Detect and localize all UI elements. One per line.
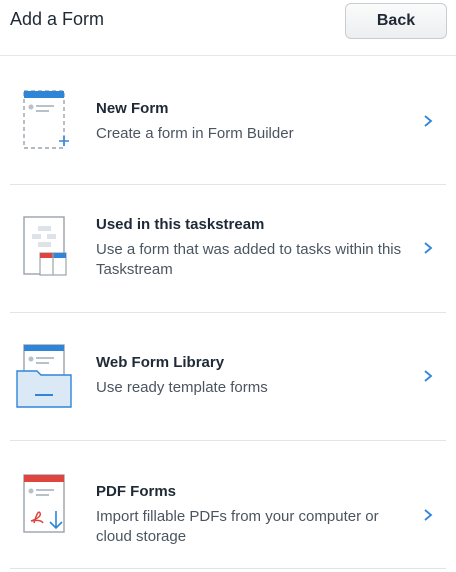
page-title: Add a Form <box>10 9 105 29</box>
header: Add a Form Back <box>0 0 456 56</box>
item-description: Create a form in Form Builder <box>96 125 294 142</box>
item-description: Use a form that was added to tasks withi… <box>96 241 402 278</box>
divider <box>10 568 446 569</box>
item-title: Used in this taskstream <box>96 216 265 233</box>
chevron-right-icon <box>424 509 433 521</box>
item-title: New Form <box>96 100 169 117</box>
chevron-right-icon <box>424 370 433 382</box>
chevron-right-icon <box>424 115 433 127</box>
item-title: Web Form Library <box>96 354 225 371</box>
taskstream-form-icon <box>23 216 67 276</box>
back-button[interactable]: Back <box>345 3 447 39</box>
chevron-right-icon <box>424 242 433 254</box>
list-item-pdf-forms[interactable]: PDF Forms Import fillable PDFs from your… <box>0 441 456 569</box>
item-description: Import fillable PDFs from your computer … <box>96 508 379 545</box>
list-item-web-form-library[interactable]: Web Form Library Use ready template form… <box>0 313 456 441</box>
item-title: PDF Forms <box>96 483 177 500</box>
pdf-form-icon <box>23 474 65 533</box>
new-form-icon <box>23 90 69 149</box>
list-item-new-form[interactable]: New Form Create a form in Form Builder <box>0 57 456 185</box>
list-item-taskstream[interactable]: Used in this taskstream Use a form that … <box>0 185 456 313</box>
form-library-icon <box>16 344 72 408</box>
item-description: Use ready template forms <box>96 379 268 396</box>
form-source-list: New Form Create a form in Form Builder U… <box>0 57 456 569</box>
